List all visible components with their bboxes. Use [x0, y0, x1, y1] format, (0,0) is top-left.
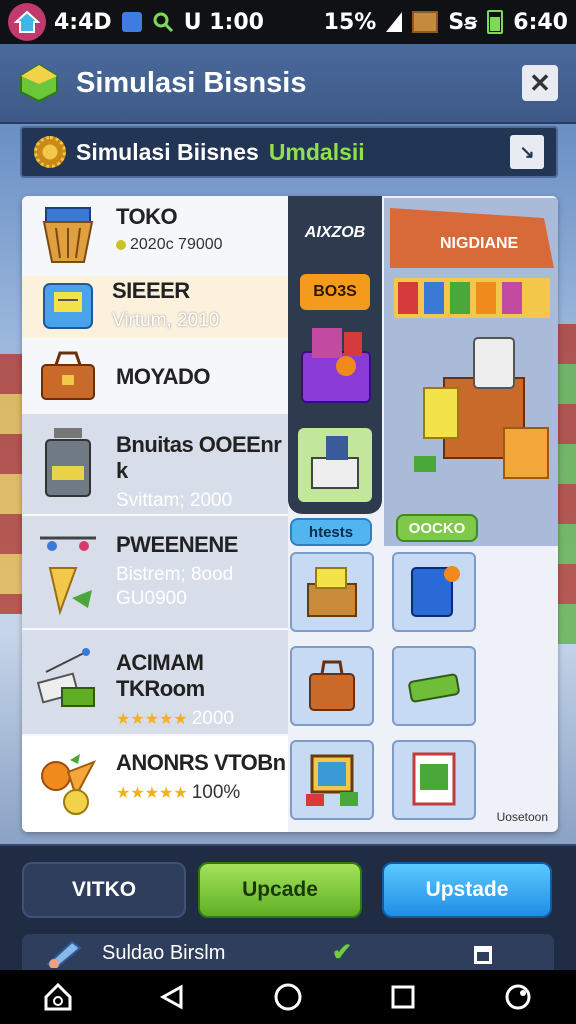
pencil-icon — [46, 940, 82, 968]
cash-register-thumb[interactable] — [298, 428, 372, 502]
basket-icon — [42, 207, 94, 263]
painting-icon — [306, 754, 358, 806]
package-icon — [412, 11, 439, 33]
list-item-moyado[interactable]: MOYADO — [22, 342, 288, 412]
home-circle-icon[interactable] — [271, 980, 305, 1014]
status-network: Sꞩ — [448, 9, 478, 35]
assistant-icon[interactable] — [501, 980, 535, 1014]
svg-text:NIGDIANE: NIGDIANE — [440, 235, 519, 252]
jar-icon — [45, 428, 91, 497]
grid-icon — [121, 12, 142, 32]
item-sub-2: GU0900 — [116, 588, 187, 609]
item-name: TOKO — [116, 204, 178, 229]
window-title-bar: Simulasi Bisnsis ✕ — [0, 44, 576, 124]
battery-icon — [487, 10, 504, 34]
status-time-right: 6:40 — [513, 9, 568, 35]
section-title: Simulasi Biisnes — [76, 138, 259, 165]
back-icon[interactable] — [156, 980, 190, 1014]
item-sub: 2000 — [191, 708, 234, 729]
status-center-text: U 1:00 — [183, 9, 264, 35]
scale-icon — [40, 536, 96, 616]
fruit-icon — [41, 754, 97, 815]
close-button[interactable]: ✕ — [522, 65, 558, 101]
cash-bag-icon — [41, 351, 95, 400]
signal-icon — [386, 12, 403, 32]
item-value: 2020c 79000 — [116, 236, 223, 254]
status-signal: 15% — [323, 9, 377, 35]
filter-pill-blue[interactable]: htests — [290, 518, 372, 546]
section-header: Simulasi Biisnes Umdalsii ↘ — [20, 126, 558, 178]
category-badge[interactable]: BO3S — [300, 274, 370, 310]
grid-cell-machine[interactable] — [392, 552, 476, 632]
recents-icon[interactable] — [386, 980, 420, 1014]
list-item-anonrs[interactable]: ANONRS VTOBn ★★★★★ 100% — [22, 736, 288, 832]
upgrade-button[interactable]: Upcade — [198, 862, 362, 918]
money-icon — [36, 648, 95, 707]
grid-cell-money[interactable] — [392, 646, 476, 726]
product-box-icon[interactable] — [296, 322, 376, 410]
boxes-icon — [307, 567, 357, 617]
gear-icon — [34, 136, 66, 168]
list-item-acimam[interactable]: ACIMAM TKRoom ★★★★★ 2000 — [22, 630, 288, 734]
status-bar: 4:4D U 1:00 15% Sꞩ 6:40 — [0, 0, 576, 44]
star-rating-icon: ★★★★★ — [116, 785, 188, 802]
business-list: TOKO 2020c 79000 SIEEER Virtum, 2010 MOY… — [22, 196, 288, 832]
section-highlight: Umdalsii — [268, 138, 365, 165]
home-nav-icon[interactable] — [41, 980, 75, 1014]
coin-icon — [116, 240, 126, 250]
category-column: AIXZOB BO3S — [288, 196, 382, 514]
item-rating: ★★★★★ 2000 — [116, 708, 288, 730]
vitko-button[interactable]: VITKO — [22, 862, 186, 918]
category-heading: AIXZOB — [304, 224, 366, 241]
item-sub: Bistrem; 8ood — [116, 564, 234, 585]
bottom-action-bar: VITKO Upcade Upstade Suldao Birslm ✔ — [0, 844, 576, 972]
item-sub: Svittam; 2000 — [116, 490, 233, 511]
item-name: Bnuitas OOEEnr k — [116, 432, 282, 483]
business-panel: TOKO 2020c 79000 SIEEER Virtum, 2010 MOY… — [22, 196, 558, 832]
item-value-text: 2020c 79000 — [130, 236, 223, 253]
update-button[interactable]: Upstade — [382, 862, 552, 918]
corner-tag: Uosetoon — [492, 808, 552, 826]
window-title: Simulasi Bisnsis — [76, 66, 307, 99]
money-stack-icon — [408, 673, 460, 703]
item-sub: Virtum, 2010 — [112, 310, 220, 331]
store-action-pill[interactable]: OOCKO — [396, 514, 478, 542]
status-time-left: 4:4D — [54, 9, 112, 35]
grid-cell-painting[interactable] — [290, 740, 374, 820]
item-name: PWEENENE — [116, 532, 238, 557]
grid-cell-boxes[interactable] — [290, 552, 374, 632]
check-icon: ✔ — [332, 939, 353, 966]
item-name: ANONRS VTOBn — [116, 750, 286, 775]
item-sub: 100% — [191, 782, 241, 803]
item-name: MOYADO — [116, 364, 210, 389]
system-nav-bar — [0, 970, 576, 1024]
search-icon — [152, 11, 174, 33]
grid-cell-bag[interactable] — [290, 646, 374, 726]
status-row[interactable]: Suldao Birslm ✔ — [22, 934, 554, 972]
item-name: SIEEER — [112, 278, 190, 303]
list-item-pweenene[interactable]: PWEENENE Bistrem; 8ood GU0900 — [22, 516, 288, 628]
right-shelf-decoration — [556, 324, 576, 644]
gem-icon — [20, 63, 58, 103]
register-icon — [43, 283, 93, 329]
frame-icon — [412, 752, 456, 806]
left-shelf-decoration — [0, 354, 24, 614]
document-icon — [474, 946, 492, 964]
machine-icon — [411, 566, 460, 617]
list-item-bnuitas[interactable]: Bnuitas OOEEnr k Svittam; 2000 — [22, 414, 288, 514]
star-rating-icon: ★★★★★ — [116, 711, 188, 728]
home-app-icon — [8, 3, 46, 41]
grid-cell-frame[interactable] — [392, 740, 476, 820]
store-illustration: NIGDIANE — [384, 198, 558, 546]
item-name: ACIMAM TKRoom — [116, 650, 205, 701]
item-rating: ★★★★★ 100% — [116, 782, 286, 804]
list-item-toko[interactable]: TOKO 2020c 79000 — [22, 204, 288, 274]
status-row-label: Suldao Birslm — [102, 941, 226, 964]
expand-button[interactable]: ↘ — [510, 135, 544, 169]
bag-icon — [309, 660, 355, 711]
list-item-sieeer[interactable]: SIEEER Virtum, 2010 — [22, 276, 288, 338]
